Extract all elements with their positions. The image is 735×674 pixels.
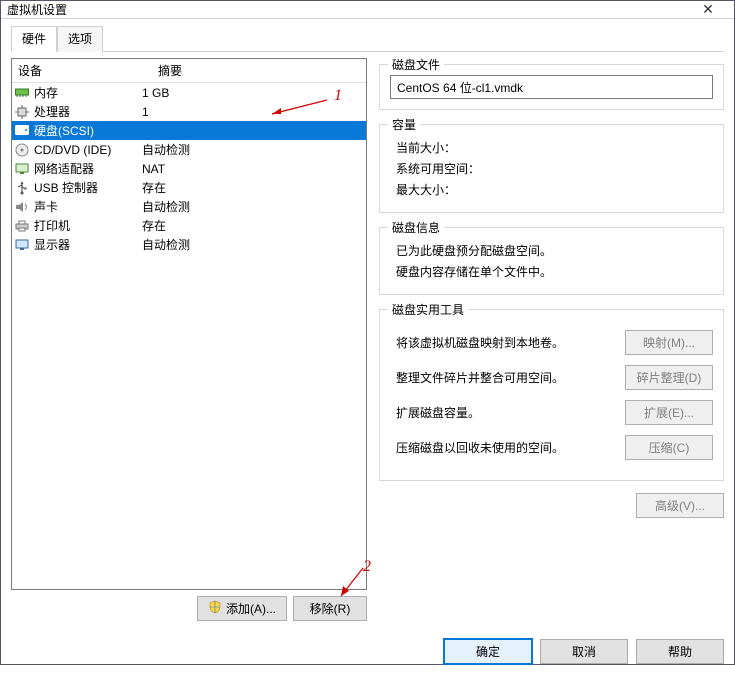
device-list[interactable]: 设备 摘要 内存1 GB处理器1硬盘(SCSI)CD/DVD (IDE)自动检测… [11,58,367,590]
device-label: USB 控制器 [34,179,142,196]
group-disk-info: 磁盘信息 已为此硬盘预分配磁盘空间。 硬盘内容存储在单个文件中。 [379,227,724,295]
expand-button[interactable]: 扩展(E)... [625,400,713,425]
content: 设备 摘要 内存1 GB处理器1硬盘(SCSI)CD/DVD (IDE)自动检测… [11,58,724,621]
cd-icon [14,142,30,158]
disk-info-line1: 已为此硬盘预分配磁盘空间。 [396,242,713,259]
capacity-free-space: 系统可用空间： [396,160,713,177]
device-label: CD/DVD (IDE) [34,143,142,157]
advanced-button[interactable]: 高级(V)... [636,493,724,518]
ok-button[interactable]: 确定 [444,639,532,664]
group-disk-file: 磁盘文件 CentOS 64 位-cl1.vmdk [379,64,724,110]
titlebar: 虚拟机设置 ✕ [1,1,734,19]
device-row[interactable]: 显示器自动检测 [12,235,366,254]
shield-icon [208,600,222,617]
legend-disk-info: 磁盘信息 [388,219,444,236]
utility-expand-desc: 扩展磁盘容量。 [396,404,617,421]
utility-defrag-desc: 整理文件碎片并整合可用空间。 [396,369,617,386]
column-summary[interactable]: 摘要 [152,59,366,82]
cpu-icon [14,104,30,120]
device-summary: 1 [142,105,364,119]
capacity-max-size: 最大大小： [396,181,713,198]
device-label: 打印机 [34,217,142,234]
cancel-button[interactable]: 取消 [540,639,628,664]
device-row[interactable]: 网络适配器NAT [12,159,366,178]
tabbar: 硬件 选项 [11,25,724,52]
device-label: 处理器 [34,103,142,120]
device-row[interactable]: CD/DVD (IDE)自动检测 [12,140,366,159]
nic-icon [14,161,30,177]
defrag-button[interactable]: 碎片整理(D) [625,365,713,390]
legend-utilities: 磁盘实用工具 [388,301,468,318]
device-row[interactable]: 处理器1 [12,102,366,121]
device-list-header: 设备 摘要 [12,59,366,83]
disk-info-line2: 硬盘内容存储在单个文件中。 [396,263,713,280]
utility-map: 将该虚拟机磁盘映射到本地卷。 映射(M)... [396,330,713,355]
left-pane: 设备 摘要 内存1 GB处理器1硬盘(SCSI)CD/DVD (IDE)自动检测… [11,58,367,621]
device-label: 网络适配器 [34,160,142,177]
device-label: 声卡 [34,198,142,215]
printer-icon [14,218,30,234]
device-row[interactable]: 打印机存在 [12,216,366,235]
tab-hardware[interactable]: 硬件 [11,26,57,52]
device-label: 内存 [34,84,142,101]
device-row[interactable]: 硬盘(SCSI) [12,121,366,140]
compact-button[interactable]: 压缩(C) [625,435,713,460]
remove-button[interactable]: 移除(R) [293,596,367,621]
capacity-current-size: 当前大小： [396,139,713,156]
disk-file-field[interactable]: CentOS 64 位-cl1.vmdk [390,75,713,99]
device-label: 显示器 [34,236,142,253]
legend-disk-file: 磁盘文件 [388,56,444,73]
utility-map-desc: 将该虚拟机磁盘映射到本地卷。 [396,334,617,351]
utility-defrag: 整理文件碎片并整合可用空间。 碎片整理(D) [396,365,713,390]
bottom-buttons: 确定 取消 帮助 [1,631,734,674]
close-icon[interactable]: ✕ [688,1,728,18]
utility-expand: 扩展磁盘容量。 扩展(E)... [396,400,713,425]
group-utilities: 磁盘实用工具 将该虚拟机磁盘映射到本地卷。 映射(M)... 整理文件碎片并整合… [379,309,724,481]
sound-icon [14,199,30,215]
tab-options[interactable]: 选项 [57,26,103,52]
device-summary: NAT [142,162,364,176]
group-capacity: 容量 当前大小： 系统可用空间： 最大大小： [379,124,724,213]
client-area: 硬件 选项 设备 摘要 内存1 GB处理器1硬盘(SCSI)CD/DVD (ID… [1,19,734,631]
window-title: 虚拟机设置 [7,1,688,18]
device-summary: 存在 [142,179,364,196]
add-button-label: 添加(A)... [226,600,276,617]
map-button[interactable]: 映射(M)... [625,330,713,355]
left-pane-buttons: 添加(A)... 移除(R) [11,596,367,621]
legend-capacity: 容量 [388,116,420,133]
utility-compact: 压缩磁盘以回收未使用的空间。 压缩(C) [396,435,713,460]
device-summary: 存在 [142,217,364,234]
utility-compact-desc: 压缩磁盘以回收未使用的空间。 [396,439,617,456]
device-summary: 1 GB [142,86,364,100]
help-button[interactable]: 帮助 [636,639,724,664]
add-button[interactable]: 添加(A)... [197,596,287,621]
device-label: 硬盘(SCSI) [34,122,142,139]
display-icon [14,237,30,253]
device-summary: 自动检测 [142,236,364,253]
usb-icon [14,180,30,196]
device-row[interactable]: 声卡自动检测 [12,197,366,216]
advanced-row: 高级(V)... [379,489,724,522]
memory-icon [14,85,30,101]
vm-settings-window: 虚拟机设置 ✕ 硬件 选项 设备 摘要 内存1 GB处理器1硬盘(SCSI)CD… [0,0,735,665]
device-summary: 自动检测 [142,198,364,215]
right-pane: 磁盘文件 CentOS 64 位-cl1.vmdk 容量 当前大小： 系统可用空… [379,58,724,621]
column-device[interactable]: 设备 [12,59,152,82]
device-row[interactable]: 内存1 GB [12,83,366,102]
device-summary: 自动检测 [142,141,364,158]
disk-icon [14,123,30,139]
device-row[interactable]: USB 控制器存在 [12,178,366,197]
